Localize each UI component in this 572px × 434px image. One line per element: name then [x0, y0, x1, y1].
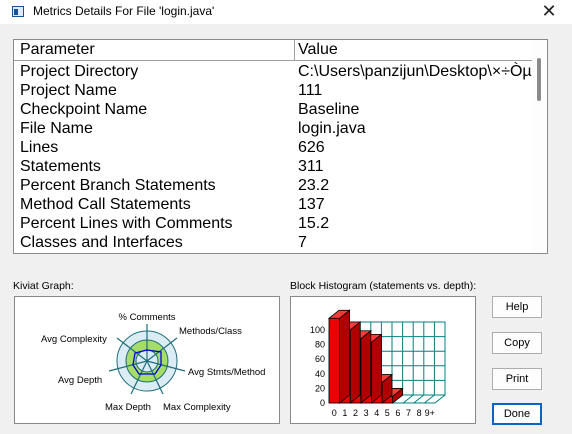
- table-row[interactable]: Percent Lines with Comments 15.2: [14, 214, 534, 233]
- parameter-cell: Project Directory: [20, 63, 139, 80]
- histogram-x-tick: 2: [353, 408, 358, 418]
- value-cell: login.java: [298, 120, 366, 137]
- table-row[interactable]: Statements 311: [14, 157, 534, 176]
- axis-label-max-depth: Max Depth: [105, 402, 151, 413]
- table-row[interactable]: Lines 626: [14, 138, 534, 157]
- value-cell: 137: [298, 196, 325, 213]
- histogram-y-tick: 80: [315, 340, 325, 350]
- histogram-bar: [328, 317, 341, 404]
- histogram-x-tick: 7: [406, 408, 411, 418]
- histogram-bar-side: [360, 329, 372, 404]
- value-cell: Baseline: [298, 101, 360, 118]
- parameter-cell: Method Call Statements: [20, 196, 191, 213]
- parameter-cell: Project Name: [20, 82, 117, 99]
- table-row[interactable]: Method Call Statements 137: [14, 195, 534, 214]
- histogram-x-tick: 0: [332, 408, 337, 418]
- histogram-x-tick: 6: [395, 408, 400, 418]
- histogram-x-tick: 5: [385, 408, 390, 418]
- parameter-cell: Percent Lines with Comments: [20, 215, 233, 232]
- axis-label-avg-depth: Avg Depth: [58, 375, 102, 386]
- vertical-scrollbar[interactable]: [532, 40, 547, 253]
- block-histogram: 1008060402000 1 2 3 4 5 6 7 8 9+: [310, 309, 446, 418]
- histogram-y-tick: 60: [315, 354, 325, 364]
- help-button[interactable]: Help: [492, 296, 542, 318]
- parameter-cell: Checkpoint Name: [20, 101, 148, 118]
- parameter-cell: Percent Branch Statements: [20, 177, 216, 194]
- histogram-x-tick: 3: [364, 408, 369, 418]
- histogram-floor-line: [402, 394, 414, 404]
- histogram-x-tick: 8: [417, 408, 422, 418]
- value-cell: 111: [298, 82, 323, 99]
- axis-label-methods-class: Methods/Class: [179, 326, 242, 337]
- parameter-cell: Statements: [20, 158, 101, 175]
- histogram-bar-side: [339, 309, 350, 404]
- table-row[interactable]: Checkpoint Name Baseline: [14, 100, 534, 119]
- histogram-y-tick: 40: [315, 369, 325, 379]
- histogram-floor-line: [434, 394, 446, 404]
- value-cell: 7: [298, 234, 307, 251]
- table-row[interactable]: Project Name 111: [14, 81, 534, 100]
- close-icon[interactable]: ✕: [536, 0, 562, 22]
- histogram-floor-line: [424, 394, 435, 404]
- histogram-panel: 100 80 60 40 20 0 0 1 2 3 4 5 6 7 8 9+: [290, 296, 476, 424]
- table-header: Parameter Value: [14, 40, 534, 61]
- column-divider[interactable]: [294, 40, 295, 60]
- value-cell: 626: [298, 139, 325, 156]
- histogram-x-tick: 1: [342, 408, 347, 418]
- histogram-x-tick: 9+: [425, 408, 435, 418]
- done-button[interactable]: Done: [492, 403, 542, 425]
- histogram-y-tick: 0: [320, 398, 325, 408]
- table-row[interactable]: Percent Branch Statements 23.2: [14, 176, 534, 195]
- kiviat-graph: % Comments Methods/Class Avg Stmts/Metho…: [41, 312, 265, 413]
- parameter-cell: File Name: [20, 120, 93, 137]
- metrics-table[interactable]: Parameter Value Project Directory C:\Use…: [13, 39, 548, 254]
- axis-label-avg-complexity: Avg Complexity: [41, 334, 107, 345]
- window-title: Metrics Details For File 'login.java': [33, 4, 215, 18]
- table-row[interactable]: File Name login.java: [14, 119, 534, 138]
- kiviat-graph-panel: % Comments Methods/Class Avg Stmts/Metho…: [14, 296, 280, 424]
- column-header-parameter[interactable]: Parameter: [20, 41, 95, 59]
- value-cell: 23.2: [298, 177, 330, 194]
- axis-label-max-complexity: Max Complexity: [163, 402, 231, 413]
- histogram-label: Block Histogram (statements vs. depth):: [290, 280, 477, 292]
- histogram-y-tick: 20: [315, 383, 325, 393]
- histogram-y-tick: 100: [310, 325, 325, 335]
- window-icon: [12, 6, 24, 17]
- scrollbar-thumb[interactable]: [537, 58, 541, 101]
- axis-label-comments: % Comments: [118, 312, 175, 323]
- table-row[interactable]: Classes and Interfaces 7: [14, 233, 534, 252]
- copy-button[interactable]: Copy: [492, 332, 542, 354]
- title-bar: Metrics Details For File 'login.java' ✕: [0, 0, 572, 24]
- histogram-x-tick: 4: [374, 408, 379, 418]
- axis-label-avg-stmts-method: Avg Stmts/Method: [188, 367, 265, 378]
- histogram-bar-side: [371, 333, 382, 404]
- kiviat-graph-label: Kiviat Graph:: [13, 280, 74, 292]
- histogram-floor-line: [413, 394, 425, 404]
- value-cell: 15.2: [298, 215, 330, 232]
- histogram-bar-side: [349, 321, 361, 404]
- value-cell: C:\Users\panzijun\Desktop\×÷ÒµĈ: [298, 63, 534, 80]
- parameter-cell: Classes and Interfaces: [20, 234, 183, 251]
- column-header-value[interactable]: Value: [298, 41, 338, 59]
- print-button[interactable]: Print: [492, 368, 542, 390]
- parameter-cell: Lines: [20, 139, 59, 156]
- value-cell: 311: [298, 158, 324, 175]
- table-row[interactable]: Project Directory C:\Users\panzijun\Desk…: [14, 62, 534, 81]
